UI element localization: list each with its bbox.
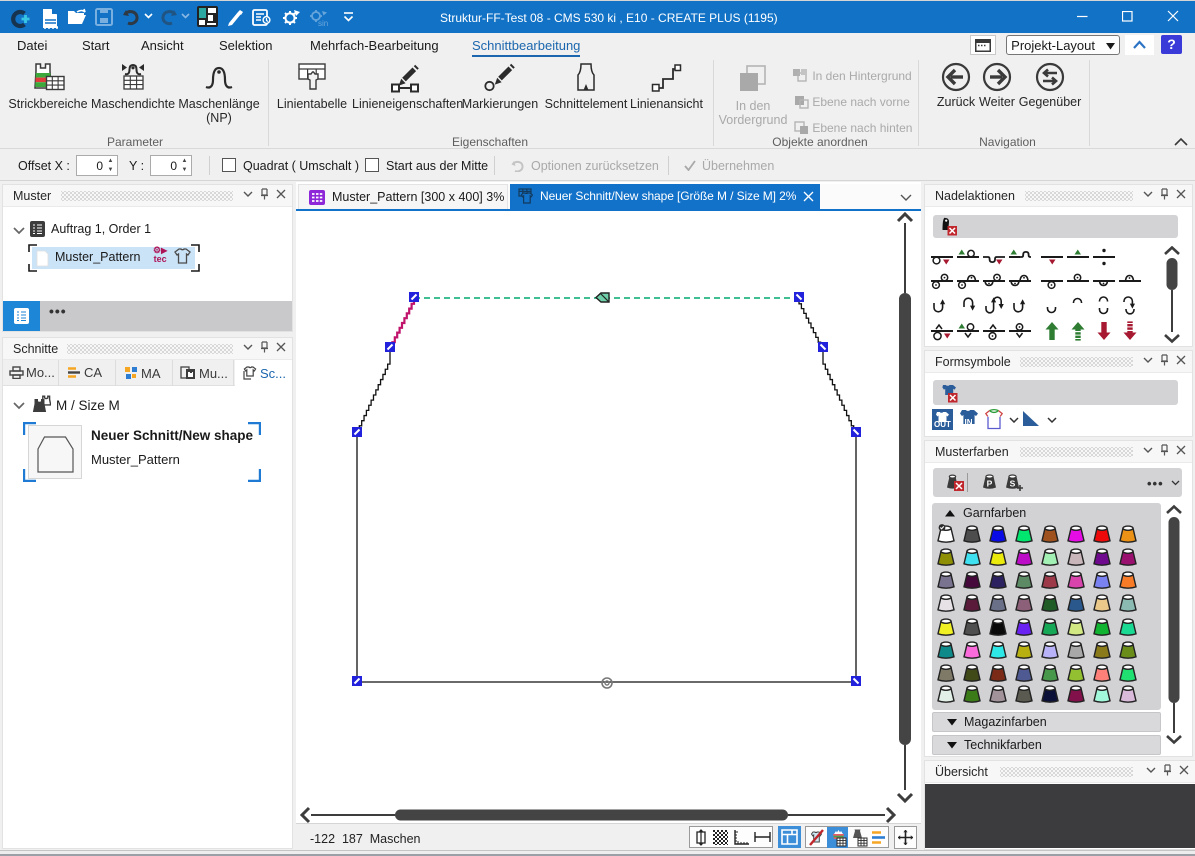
svg-text:S: S <box>1010 479 1016 489</box>
svg-text:P: P <box>987 479 993 489</box>
svg-text:sin: sin <box>318 19 328 27</box>
